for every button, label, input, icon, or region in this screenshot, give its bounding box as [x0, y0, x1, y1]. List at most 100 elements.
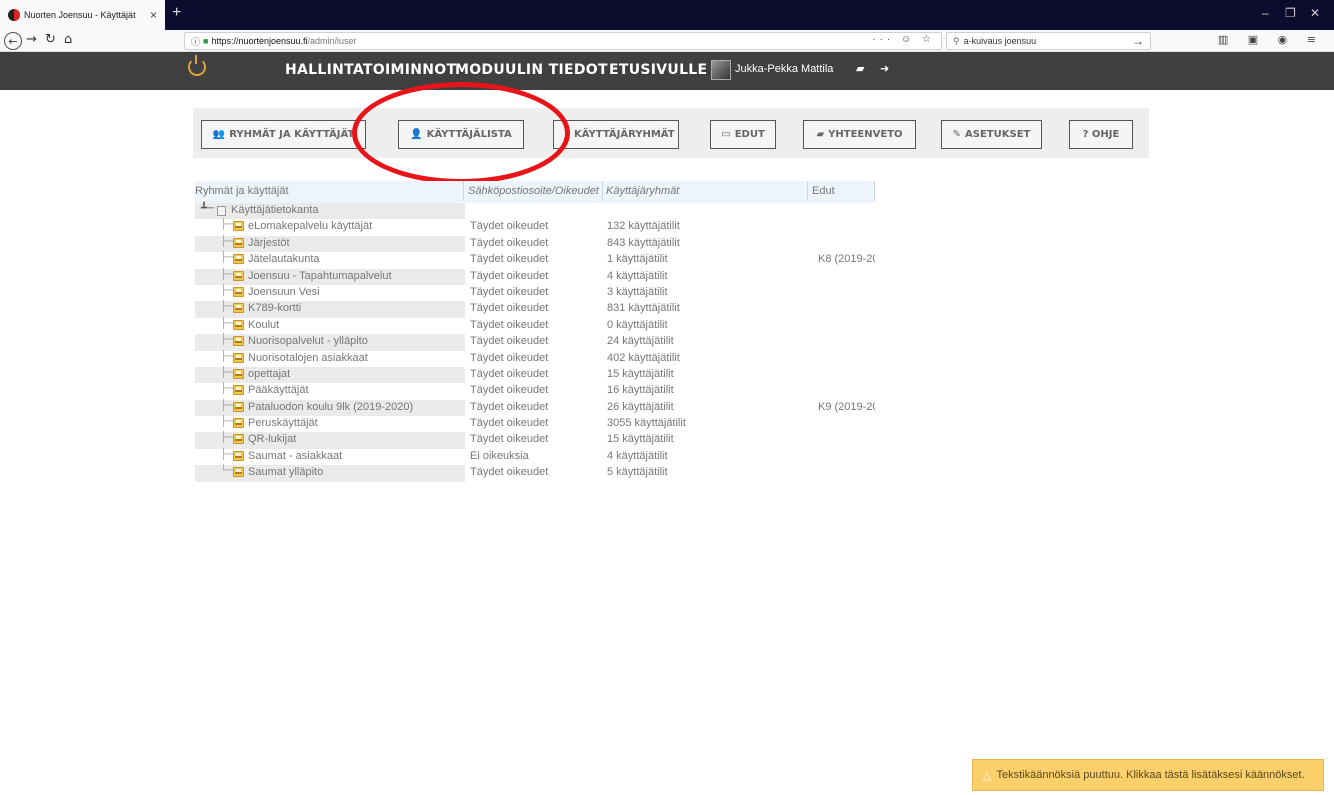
- table-row[interactable]: ├─ Koulut Täydet oikeudet 0 käyttäjätili…: [195, 318, 875, 334]
- group-permissions: Täydet oikeudet: [470, 417, 549, 430]
- url-bar[interactable]: ⓘ ■ https://nuortenjoensuu.fi/admin/iuse…: [184, 32, 942, 50]
- search-bar[interactable]: ⚲ a-kuivaus joensuu →: [946, 32, 1151, 50]
- missing-translations-notice[interactable]: △ Tekstikäännöksiä puuttuu. Klikkaa täst…: [972, 759, 1324, 791]
- table-row[interactable]: ├─ Jätelautakunta Täydet oikeudet 1 käyt…: [195, 252, 875, 268]
- group-name: Saumat - asiakkaat: [248, 449, 343, 462]
- group-user-count: 843 käyttäjätilit: [607, 236, 680, 249]
- group-user-count: 132 käyttäjätilit: [607, 220, 680, 233]
- logout-icon[interactable]: ➜: [880, 62, 889, 75]
- group-benefit: K8 (2019-202: [818, 253, 875, 266]
- restore-icon[interactable]: ❐: [1285, 6, 1296, 20]
- group-folder-icon: [233, 303, 244, 314]
- table-row[interactable]: ├─ Peruskäyttäjät Täydet oikeudet 3055 k…: [195, 416, 875, 432]
- group-user-count: 4 käyttäjätilit: [607, 269, 668, 282]
- home-icon[interactable]: ⌂: [64, 32, 72, 47]
- settings-button[interactable]: ✎ ASETUKSET: [941, 120, 1042, 149]
- group-name: QR-lukijat: [248, 433, 297, 446]
- group-permissions: Täydet oikeudet: [470, 220, 549, 233]
- module-toolbar: 👥 RYHMÄT JA KÄYTTÄJÄT 👤 KÄYTTÄJÄLISTA KÄYT…: [193, 108, 1149, 158]
- group-user-count: 24 käyttäjätilit: [607, 335, 674, 348]
- page-info-icon[interactable]: ⓘ: [191, 35, 200, 48]
- group-folder-icon: [233, 286, 244, 297]
- group-name: Peruskäyttäjät: [248, 417, 318, 430]
- browser-toolbar-icons[interactable]: ▥ ▣ ◉ ≡: [1218, 33, 1324, 46]
- name-cell: └─ Saumat ylläpito: [195, 465, 465, 482]
- users-icon: 👥: [212, 129, 226, 140]
- search-input[interactable]: a-kuivaus joensuu: [964, 36, 1037, 46]
- warning-icon: △: [983, 769, 992, 782]
- table-row[interactable]: ├─ Joensuun Vesi Täydet oikeudet 3 käytt…: [195, 285, 875, 301]
- name-cell: ├─ Saumat - asiakkaat: [195, 449, 465, 465]
- group-user-count: 16 käyttäjätilit: [607, 384, 674, 397]
- browser-tab[interactable]: Nuorten Joensuu - Käyttäjät ×: [0, 0, 165, 30]
- book-icon: ▰: [816, 129, 825, 140]
- group-name: Joensuun Vesi: [248, 285, 320, 298]
- minimize-icon[interactable]: –: [1262, 6, 1269, 20]
- column-divider[interactable]: [463, 181, 464, 201]
- forward-icon[interactable]: →: [26, 32, 37, 47]
- table-row[interactable]: ├─ Pataluodon koulu 9lk (2019-2020) Täyd…: [195, 399, 875, 417]
- group-permissions: Täydet oikeudet: [470, 335, 549, 348]
- collapse-icon[interactable]: ┻─: [201, 203, 214, 214]
- group-folder-icon: [233, 319, 244, 330]
- group-permissions: Täydet oikeudet: [470, 400, 549, 413]
- groups-and-users-button[interactable]: 👥 RYHMÄT JA KÄYTTÄJÄT: [201, 120, 366, 149]
- back-icon[interactable]: ←: [4, 32, 22, 50]
- column-divider[interactable]: [807, 181, 808, 201]
- name-cell: ├─ eLomakepalvelu käyttäjät: [195, 219, 465, 235]
- new-tab-button[interactable]: +: [172, 4, 181, 22]
- book-icon[interactable]: ▰: [856, 62, 864, 75]
- table-row[interactable]: ├─ opettajat Täydet oikeudet 15 käyttäjä…: [195, 366, 875, 384]
- table-row[interactable]: ├─ Järjestöt Täydet oikeudet 843 käyttäj…: [195, 235, 875, 253]
- page-actions-icon[interactable]: ··· ☺ ☆: [872, 34, 935, 45]
- power-icon[interactable]: [188, 55, 206, 76]
- group-benefit: K9 (2019-202: [818, 400, 875, 413]
- table-row[interactable]: ├─ Nuorisopalvelut - ylläpito Täydet oik…: [195, 334, 875, 351]
- search-go-icon[interactable]: →: [1132, 34, 1144, 48]
- header-permissions[interactable]: Sähköpostiosoite/Oikeudet: [468, 185, 599, 197]
- name-cell: ├─ K789-kortti: [195, 301, 465, 318]
- summary-button[interactable]: ▰ YHTEENVETO: [803, 120, 916, 149]
- group-user-count: 15 käyttäjätilit: [607, 433, 674, 446]
- table-row[interactable]: ├─ Nuorisotalojen asiakkaat Täydet oikeu…: [195, 351, 875, 367]
- user-list-button[interactable]: 👤 KÄYTTÄJÄLISTA: [398, 120, 524, 149]
- nav-etusivulle[interactable]: ETUSIVULLE: [609, 62, 707, 78]
- group-name: Järjestöt: [248, 236, 290, 249]
- column-divider[interactable]: [874, 181, 875, 201]
- group-name: Nuorisotalojen asiakkaat: [248, 351, 368, 364]
- reload-icon[interactable]: ↻: [45, 32, 56, 47]
- group-permissions: Täydet oikeudet: [470, 269, 549, 282]
- table-row[interactable]: ├─ QR-lukijat Täydet oikeudet 15 käyttäj…: [195, 432, 875, 449]
- group-user-count: 831 käyttäjätilit: [607, 302, 680, 315]
- table-row[interactable]: ├─ Joensuu - Tapahtumapalvelut Täydet oi…: [195, 268, 875, 285]
- benefits-button[interactable]: ▭ EDUT: [710, 120, 776, 149]
- avatar[interactable]: [711, 60, 731, 80]
- table-row[interactable]: ├─ eLomakepalvelu käyttäjät Täydet oikeu…: [195, 219, 875, 235]
- table-row[interactable]: ├─ Pääkäyttäjät Täydet oikeudet 16 käytt…: [195, 383, 875, 399]
- group-folder-icon: [233, 254, 244, 265]
- tab-close-icon[interactable]: ×: [150, 8, 157, 22]
- group-permissions: Täydet oikeudet: [470, 466, 549, 479]
- nav-hallintatoiminnot[interactable]: HALLINTATOIMINNOT: [285, 62, 456, 78]
- column-divider[interactable]: [602, 181, 603, 201]
- nav-moduulin-tiedot[interactable]: MODUULIN TIEDOT: [455, 62, 608, 78]
- window-close-icon[interactable]: ✕: [1310, 6, 1320, 20]
- user-name[interactable]: Jukka-Pekka Mattila: [735, 63, 833, 75]
- group-user-count: 1 käyttäjätilit: [607, 253, 668, 266]
- name-cell: ├─ Järjestöt: [195, 235, 465, 253]
- name-cell: ├─ Joensuu - Tapahtumapalvelut: [195, 268, 465, 285]
- header-benefits[interactable]: Edut: [812, 185, 835, 197]
- table-row[interactable]: ├─ K789-kortti Täydet oikeudet 831 käytt…: [195, 301, 875, 318]
- notice-text: Tekstikäännöksiä puuttuu. Klikkaa tästä …: [996, 769, 1305, 781]
- group-permissions: Täydet oikeudet: [470, 367, 549, 380]
- header-user-groups[interactable]: Käyttäjäryhmät: [606, 185, 679, 197]
- table-row[interactable]: ├─ Saumat - asiakkaat Ei oikeuksia 4 käy…: [195, 449, 875, 465]
- user-groups-button[interactable]: KÄYTTÄJÄRYHMÄT: [553, 120, 679, 149]
- header-name[interactable]: Ryhmät ja käyttäjät: [195, 185, 289, 197]
- group-permissions: Täydet oikeudet: [470, 302, 549, 315]
- table-row[interactable]: └─ Saumat ylläpito Täydet oikeudet 5 käy…: [195, 465, 875, 482]
- root-cell: ┻─ Käyttäjätietokanta: [195, 203, 465, 220]
- browser-tab-bar: Nuorten Joensuu - Käyttäjät × + – ❐ ✕: [0, 0, 1334, 30]
- help-button[interactable]: ? OHJE: [1069, 120, 1133, 149]
- tree-root-row[interactable]: ┻─ Käyttäjätietokanta: [195, 203, 875, 220]
